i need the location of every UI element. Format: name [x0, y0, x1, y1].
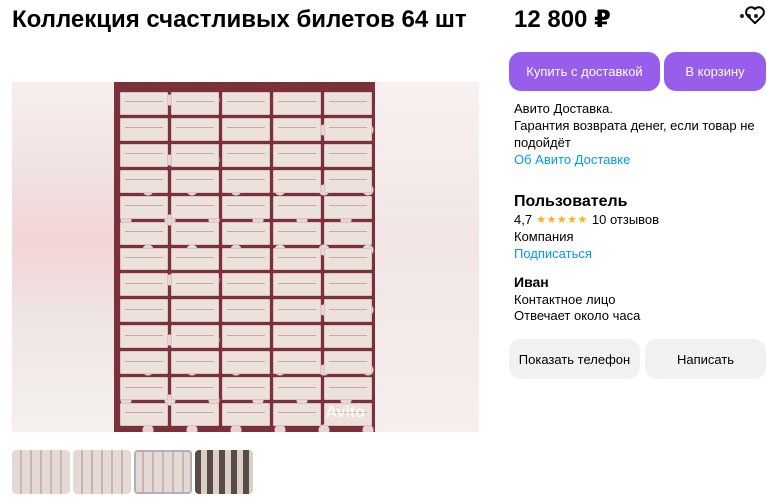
ticket-photo-tile	[171, 195, 219, 219]
ticket-photo-tile	[324, 377, 372, 401]
tickets-grid	[120, 92, 372, 426]
ticket-photo-tile	[120, 221, 168, 245]
seller-name[interactable]: Пользователь	[514, 193, 627, 211]
ticket-photo-tile	[171, 169, 219, 193]
buy-with-delivery-button[interactable]: Купить с доставкой	[509, 52, 660, 91]
ticket-photo-tile	[120, 92, 168, 115]
rating-value: 4,7	[514, 211, 533, 227]
ticket-photo-tile	[120, 143, 168, 167]
ticket-photo-tile	[324, 299, 372, 323]
ticket-photo-tile	[171, 273, 219, 297]
contact-name: Иван	[514, 274, 549, 290]
ticket-photo-tile	[273, 299, 321, 323]
ticket-photo-tile	[324, 273, 372, 297]
contact-role: Контактное лицо	[514, 292, 616, 307]
price: 12 800 ₽	[514, 6, 611, 33]
ticket-photo-tile	[171, 143, 219, 167]
ticket-photo-tile	[120, 403, 168, 426]
ticket-photo-tile	[273, 169, 321, 193]
subscribe-link[interactable]: Подписаться	[514, 246, 592, 261]
ticket-photo-tile	[324, 195, 372, 219]
ticket-photo-tile	[273, 325, 321, 349]
ticket-photo-tile	[222, 299, 270, 323]
thumbnail-strip	[12, 450, 253, 494]
ticket-photo-tile	[120, 273, 168, 297]
ticket-photo-tile	[120, 195, 168, 219]
photo-gallery[interactable]: Avito	[12, 82, 479, 432]
ticket-photo-tile	[324, 247, 372, 271]
listing-title: Коллекция счастливых билетов 64 шт	[12, 6, 467, 33]
ticket-photo-tile	[222, 377, 270, 401]
ticket-photo-tile	[324, 169, 372, 193]
ticket-photo-tile	[171, 221, 219, 245]
ticket-photo-tile	[222, 247, 270, 271]
ticket-photo-tile	[120, 247, 168, 271]
seller-rating: 4,7 ★★★★★ 10 отзывов	[514, 211, 659, 227]
ticket-photo-tile	[120, 169, 168, 193]
ticket-photo-tile	[324, 325, 372, 349]
photo-blur-right	[375, 82, 479, 432]
ticket-photo-tile	[273, 273, 321, 297]
ticket-photo-tile	[273, 92, 321, 115]
ticket-photo-tile	[273, 377, 321, 401]
delivery-guarantee: Гарантия возврата денег, если товар не п…	[514, 118, 755, 150]
ticket-photo-tile	[324, 143, 372, 167]
ticket-photo-tile	[222, 143, 270, 167]
ticket-photo-tile	[222, 351, 270, 375]
ticket-photo-tile	[171, 117, 219, 141]
ticket-photo-tile	[171, 299, 219, 323]
ticket-photo-tile	[273, 351, 321, 375]
thumbnail-2[interactable]	[73, 450, 131, 494]
ticket-photo-tile	[171, 403, 219, 426]
ticket-photo-tile	[222, 273, 270, 297]
ticket-photo-tile	[222, 92, 270, 115]
ticket-photo-tile	[324, 221, 372, 245]
ticket-photo-tile	[120, 351, 168, 375]
delivery-title: Авито Доставка.	[514, 101, 613, 116]
ticket-photo-tile	[171, 377, 219, 401]
ticket-photo-tile	[273, 117, 321, 141]
thumbnail-3[interactable]	[134, 450, 192, 494]
ticket-photo-tile	[222, 169, 270, 193]
ticket-photo-tile	[222, 403, 270, 426]
star-icons: ★★★★★	[536, 213, 588, 226]
heart-icon[interactable]	[744, 5, 766, 25]
ticket-photo-tile	[171, 325, 219, 349]
show-phone-button[interactable]: Показать телефон	[509, 339, 640, 379]
ticket-photo-tile	[324, 117, 372, 141]
thumbnail-4[interactable]	[195, 450, 253, 494]
ticket-photo-tile	[273, 143, 321, 167]
ticket-photo-tile	[222, 221, 270, 245]
ticket-photo-tile	[222, 325, 270, 349]
thumbnail-1[interactable]	[12, 450, 70, 494]
ticket-photo-tile	[171, 92, 219, 115]
ticket-photo-tile	[120, 325, 168, 349]
ticket-photo-tile	[171, 351, 219, 375]
ticket-photo-tile	[222, 195, 270, 219]
add-to-cart-button[interactable]: В корзину	[664, 52, 766, 91]
photo-blur-left	[12, 82, 114, 432]
main-photo[interactable]: Avito	[114, 82, 375, 432]
reviews-link[interactable]: 10 отзывов	[592, 212, 659, 227]
avito-watermark: Avito	[325, 404, 365, 421]
ticket-photo-tile	[171, 247, 219, 271]
ticket-photo-tile	[273, 247, 321, 271]
response-time: Отвечает около часа	[514, 308, 641, 323]
ticket-photo-tile	[120, 377, 168, 401]
ticket-photo-tile	[324, 351, 372, 375]
ticket-photo-tile	[273, 221, 321, 245]
write-message-button[interactable]: Написать	[645, 339, 766, 379]
ticket-photo-tile	[324, 92, 372, 115]
delivery-link[interactable]: Об Авито Доставке	[514, 151, 764, 168]
seller-type: Компания	[514, 229, 574, 244]
ticket-photo-tile	[222, 117, 270, 141]
ticket-photo-tile	[120, 299, 168, 323]
ticket-photo-tile	[120, 117, 168, 141]
ticket-photo-tile	[273, 195, 321, 219]
delivery-info: Авито Доставка. Гарантия возврата денег,…	[514, 100, 764, 168]
ticket-photo-tile	[273, 403, 321, 426]
